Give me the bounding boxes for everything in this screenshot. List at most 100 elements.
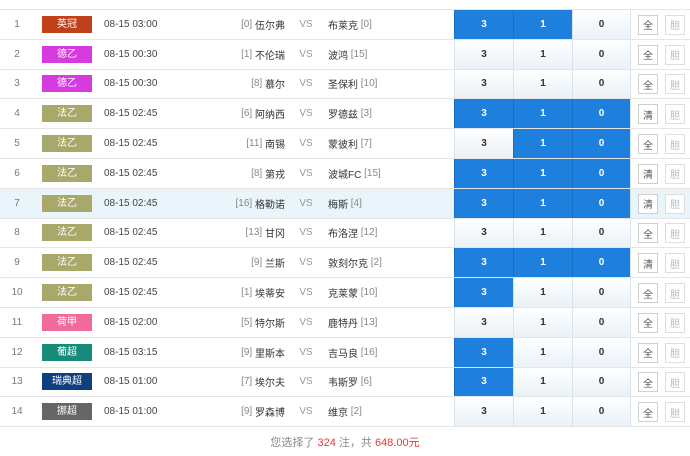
away-rank: [15] — [350, 48, 368, 60]
odds-draw-option[interactable]: 1 — [513, 278, 572, 307]
table-row: 11 荷甲 08-15 02:00 [5] 特尔斯 VS 鹿特丹 [13] 3 1 0 全胆 — [0, 307, 690, 338]
banker-button[interactable]: 胆 — [665, 44, 685, 65]
banker-button[interactable]: 胆 — [665, 372, 685, 393]
odds-draw-option[interactable]: 1 — [513, 337, 572, 367]
league-badge-cell: 法乙 — [42, 99, 92, 128]
banker-button[interactable]: 胆 — [665, 312, 685, 333]
odds-loss-option[interactable]: 0 — [572, 39, 631, 69]
select-all-button[interactable]: 全 — [638, 134, 658, 155]
odds-draw-option[interactable]: 1 — [513, 10, 572, 39]
odds-win-option[interactable]: 3 — [454, 248, 513, 278]
banker-button[interactable]: 胆 — [665, 402, 685, 423]
league-badge: 法乙 — [42, 254, 92, 272]
odds-win-option[interactable]: 3 — [454, 218, 513, 248]
select-all-button[interactable]: 全 — [638, 14, 658, 35]
select-all-button[interactable]: 全 — [638, 402, 658, 423]
away-rank: [16] — [360, 346, 378, 358]
odds-loss-option[interactable]: 0 — [572, 158, 631, 188]
odds-loss-option[interactable]: 0 — [572, 248, 631, 278]
row-index: 7 — [14, 197, 20, 209]
select-all-button[interactable]: 全 — [638, 44, 658, 65]
odds-draw-option[interactable]: 1 — [513, 39, 572, 69]
odds-win-option[interactable]: 3 — [454, 158, 513, 188]
banker-button[interactable]: 胆 — [665, 253, 685, 274]
match-time: 08-15 02:45 — [104, 257, 158, 269]
vs-label: VS — [299, 78, 313, 90]
banker-button[interactable]: 胆 — [665, 163, 685, 184]
odds-win-option[interactable]: 3 — [454, 188, 513, 218]
row-index: 5 — [14, 138, 20, 150]
odds-win-option[interactable]: 3 — [454, 397, 513, 427]
banker-button[interactable]: 胆 — [665, 223, 685, 244]
select-all-button[interactable]: 清 — [638, 104, 658, 125]
select-all-button[interactable]: 全 — [638, 372, 658, 393]
banker-button[interactable]: 胆 — [665, 193, 685, 214]
row-index: 1 — [14, 18, 20, 30]
banker-button[interactable]: 胆 — [665, 74, 685, 95]
odds-draw-option[interactable]: 1 — [513, 367, 572, 397]
banker-button[interactable]: 胆 — [665, 134, 685, 155]
select-all-button[interactable]: 全 — [638, 223, 658, 244]
odds-win-option[interactable]: 3 — [454, 129, 513, 158]
select-all-button[interactable]: 全 — [638, 342, 658, 363]
away-team: 蒙彼利 [7] — [328, 129, 453, 158]
odds-loss-option[interactable]: 0 — [572, 99, 631, 129]
odds-win-option[interactable]: 3 — [454, 99, 513, 129]
odds-win-option[interactable]: 3 — [454, 69, 513, 99]
banker-button[interactable]: 胆 — [665, 104, 685, 125]
odds-draw-option[interactable]: 1 — [513, 129, 572, 158]
banker-button[interactable]: 胆 — [665, 283, 685, 304]
odds-win-option[interactable]: 3 — [454, 337, 513, 367]
vs-label: VS — [299, 406, 313, 418]
odds-loss-option[interactable]: 0 — [572, 367, 631, 397]
row-index: 4 — [14, 108, 20, 120]
odds-loss-option[interactable]: 0 — [572, 10, 631, 39]
away-team-name: 维京 — [328, 408, 348, 420]
home-team: [9] 里斯本 — [190, 338, 285, 367]
odds-draw-option[interactable]: 1 — [513, 218, 572, 248]
odds-draw-option[interactable]: 1 — [513, 158, 572, 188]
banker-button[interactable]: 胆 — [665, 342, 685, 363]
odds-loss-option[interactable]: 0 — [572, 307, 631, 337]
odds-draw-option[interactable]: 1 — [513, 248, 572, 278]
home-team-name: 里斯本 — [255, 348, 285, 360]
odds-draw-option[interactable]: 1 — [513, 188, 572, 218]
home-team-name: 埃尔夫 — [255, 378, 285, 390]
odds-loss-option[interactable]: 0 — [572, 337, 631, 367]
odds-loss-option[interactable]: 0 — [572, 218, 631, 248]
odds-loss-option[interactable]: 0 — [572, 397, 631, 427]
select-all-button[interactable]: 清 — [638, 163, 658, 184]
odds-win-option[interactable]: 3 — [454, 367, 513, 397]
odds-loss-option[interactable]: 0 — [572, 188, 631, 218]
league-badge-cell: 法乙 — [42, 248, 92, 277]
banker-button[interactable]: 胆 — [665, 14, 685, 35]
odds-loss-option[interactable]: 0 — [572, 129, 631, 158]
select-all-button[interactable]: 全 — [638, 312, 658, 333]
vs-label: VS — [299, 197, 313, 209]
match-time: 08-15 02:45 — [104, 167, 158, 179]
odds-draw-option[interactable]: 1 — [513, 397, 572, 427]
league-badge: 法乙 — [42, 105, 92, 123]
select-all-button[interactable]: 清 — [638, 193, 658, 214]
select-all-button[interactable]: 清 — [638, 253, 658, 274]
select-all-button[interactable]: 全 — [638, 74, 658, 95]
odds-draw-option[interactable]: 1 — [513, 99, 572, 129]
odds-win-option[interactable]: 3 — [454, 307, 513, 337]
odds-loss-option[interactable]: 0 — [572, 69, 631, 99]
odds-win-option[interactable]: 3 — [454, 39, 513, 69]
vs-label: VS — [299, 227, 313, 239]
odds-win-option[interactable]: 3 — [454, 10, 513, 39]
match-table: 1 英冠 08-15 03:00 [0] 伍尔弗 VS 布莱克 [0] 3 1 0 全胆 2 德乙 08… — [0, 9, 690, 428]
odds-draw-option[interactable]: 1 — [513, 69, 572, 99]
odds-loss-option[interactable]: 0 — [572, 278, 631, 307]
league-badge-cell: 挪超 — [42, 397, 92, 426]
away-rank: [15] — [364, 167, 381, 179]
odds-draw-option[interactable]: 1 — [513, 307, 572, 337]
league-badge-cell: 法乙 — [42, 159, 92, 188]
select-all-button[interactable]: 全 — [638, 283, 658, 304]
selection-summary: 您选择了 324 注，共 648.00元 — [0, 434, 690, 450]
home-team-name: 埃蒂安 — [255, 289, 285, 301]
odds-win-option[interactable]: 3 — [454, 278, 513, 307]
table-row: 13 瑞典超 08-15 01:00 [7] 埃尔夫 VS 韦斯罗 [6] 3 1 0 全胆 — [0, 367, 690, 398]
away-team-name: 布莱克 — [328, 20, 358, 32]
